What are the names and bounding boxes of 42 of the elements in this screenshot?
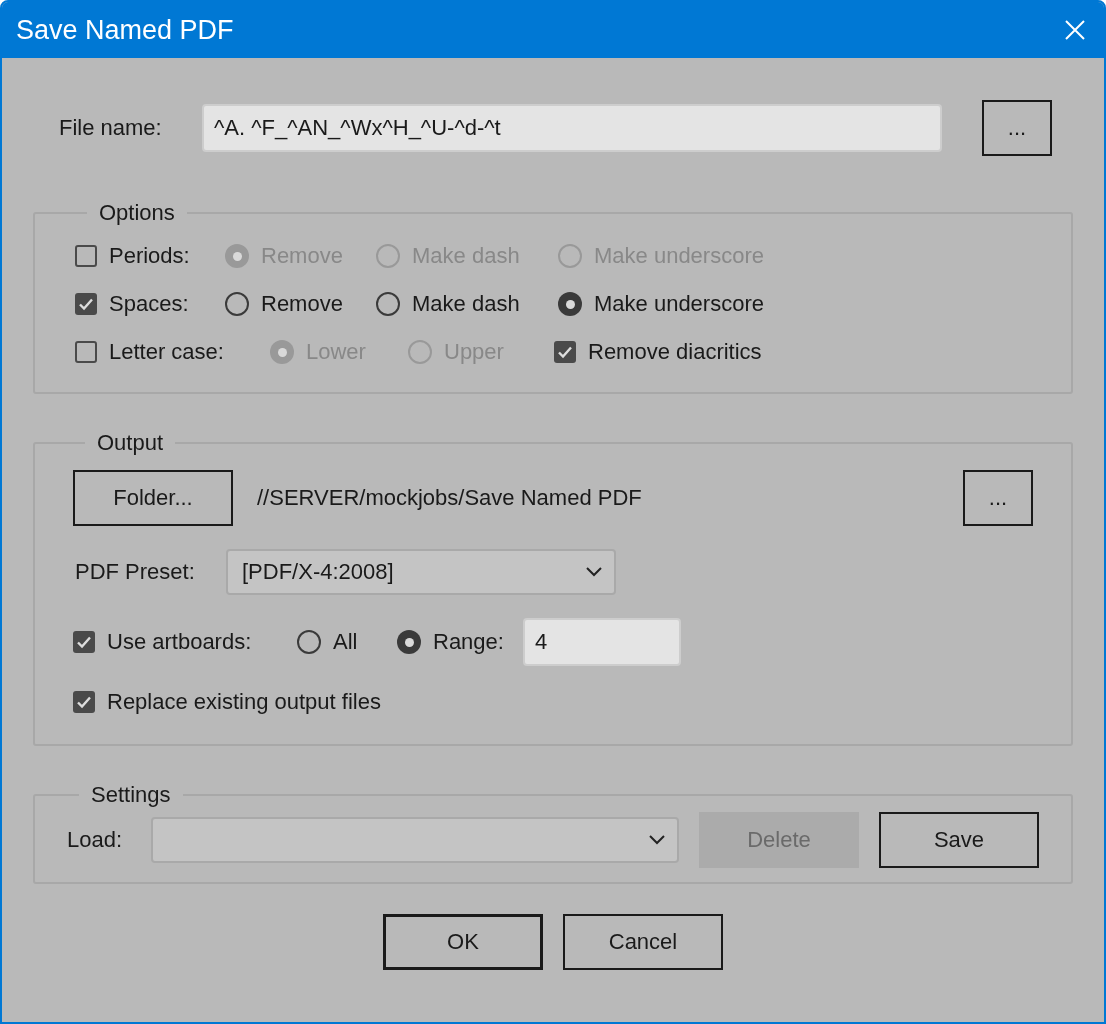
checkbox[interactable] bbox=[554, 341, 576, 363]
radio-button[interactable] bbox=[225, 292, 249, 316]
field-label: Load: bbox=[67, 827, 124, 853]
close-icon bbox=[1064, 19, 1086, 41]
checkbox[interactable] bbox=[75, 245, 97, 267]
group-title: Output bbox=[96, 430, 165, 456]
field-label: PDF Preset: bbox=[75, 559, 196, 585]
dialog-button[interactable]: OK bbox=[383, 914, 543, 970]
option-label: Letter case: bbox=[109, 339, 224, 365]
radio-label: Make underscore bbox=[594, 291, 764, 317]
checkbox[interactable] bbox=[73, 631, 95, 653]
folder-button[interactable]: Folder... bbox=[73, 470, 233, 526]
group-title: Options bbox=[98, 200, 176, 226]
field-label: File name: bbox=[59, 115, 163, 141]
radio-button[interactable] bbox=[397, 630, 421, 654]
radio-label: Make dash bbox=[412, 291, 520, 317]
radio-label: Range: bbox=[433, 629, 504, 655]
radio-label: Remove bbox=[261, 291, 343, 317]
option-label: Spaces: bbox=[109, 291, 189, 317]
radio-button[interactable] bbox=[558, 292, 582, 316]
checkbox[interactable] bbox=[75, 341, 97, 363]
radio-button[interactable] bbox=[297, 630, 321, 654]
option-label: Use artboards: bbox=[107, 629, 252, 655]
chevron-down-icon bbox=[586, 567, 602, 577]
save-button[interactable]: Save bbox=[879, 812, 1039, 868]
group-title: Settings bbox=[90, 782, 172, 808]
radio-label: All bbox=[333, 629, 358, 655]
window-title: Save Named PDF bbox=[16, 14, 234, 46]
file-name-field[interactable]: ^A. ^F_^AN_^Wx^H_^U-^d-^t bbox=[202, 104, 942, 152]
preset-dropdown[interactable]: [PDF/X-4:2008] bbox=[226, 549, 616, 595]
browse-button[interactable]: ... bbox=[963, 470, 1033, 526]
radio-button[interactable] bbox=[376, 292, 400, 316]
browse-button[interactable]: ... bbox=[982, 100, 1052, 156]
option-label: Periods: bbox=[109, 243, 190, 269]
chevron-down-icon bbox=[649, 835, 665, 845]
dialog-button[interactable]: Cancel bbox=[563, 914, 723, 970]
option-label: Replace existing output files bbox=[107, 689, 381, 715]
folder-path: //SERVER/mockjobs/Save Named PDF bbox=[257, 485, 643, 511]
option-label: Remove diacritics bbox=[588, 339, 762, 365]
range-field[interactable]: 4 bbox=[523, 618, 681, 666]
checkbox[interactable] bbox=[75, 293, 97, 315]
checkbox[interactable] bbox=[73, 691, 95, 713]
